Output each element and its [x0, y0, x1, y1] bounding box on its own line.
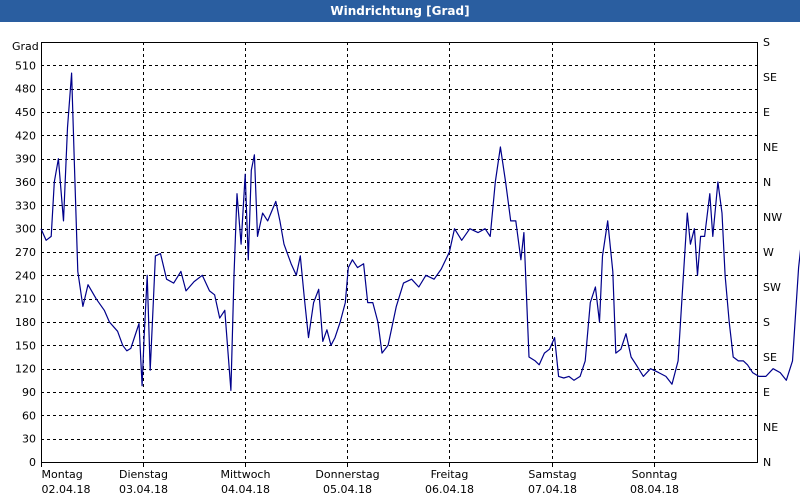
compass-tick-label: S	[763, 316, 770, 329]
x-tick-date: 03.04.18	[119, 483, 168, 496]
compass-tick-label: SE	[763, 351, 777, 364]
y-tick-label: 30	[22, 433, 36, 446]
x-tick-day: Sonntag	[632, 468, 678, 481]
series-layer	[40, 72, 800, 391]
y-tick-label: 270	[15, 246, 36, 259]
y-tick-label: 60	[22, 409, 36, 422]
x-tick-date: 08.04.18	[630, 483, 679, 496]
compass-tick-label: SW	[763, 281, 781, 294]
plot-frame	[41, 42, 758, 463]
x-tick-date: 02.04.18	[42, 483, 91, 496]
x-tick-labels: Montag 02.04.18 Dienstag 03.04.18 Mittwoch 04…	[41, 462, 679, 496]
y-tick-labels: 0 30 60 90 120 150 180 210 240 270 300 330 360 390 420…	[15, 59, 36, 469]
compass-tick-label: W	[763, 246, 774, 259]
y-tick-label: 210	[15, 293, 36, 306]
y-tick-label: 450	[15, 106, 36, 119]
series-line	[40, 72, 800, 391]
compass-tick-label: NW	[763, 211, 782, 224]
compass-tick-label: NE	[763, 421, 778, 434]
y-tick-label: 420	[15, 129, 36, 142]
compass-tick-label: E	[763, 386, 770, 399]
y-tick-label: 300	[15, 223, 36, 236]
x-tick-date: 06.04.18	[425, 483, 474, 496]
x-tick-day: Freitag	[431, 468, 469, 481]
compass-tick-label: SE	[763, 71, 777, 84]
x-tick-date: 07.04.18	[528, 483, 577, 496]
y-tick-label: 90	[22, 386, 36, 399]
y-tick-label: 480	[15, 83, 36, 96]
wind-direction-chart: Grad 0 30 60 90 120 150 180 210 240 270 300 330 360 3…	[12, 36, 800, 496]
compass-tick-label: N	[763, 176, 771, 189]
y-tick-label: 360	[15, 176, 36, 189]
compass-tick-labels: N NE E SE S SW W NW N NE E SE S	[763, 36, 782, 469]
y-tick-label: 180	[15, 316, 36, 329]
x-tick-day: Samstag	[528, 468, 576, 481]
x-tick-day: Montag	[42, 468, 83, 481]
y-axis-label: Grad	[12, 40, 39, 53]
compass-tick-label: E	[763, 106, 770, 119]
compass-tick-label: N	[763, 456, 771, 469]
y-tick-label: 150	[15, 339, 36, 352]
x-tick-date: 05.04.18	[323, 483, 372, 496]
x-tick-day: Dienstag	[119, 468, 168, 481]
y-tick-label: 390	[15, 153, 36, 166]
x-tick-date: 04.04.18	[221, 483, 270, 496]
grid-lines	[41, 42, 757, 462]
y-tick-label: 510	[15, 59, 36, 72]
compass-tick-label: NE	[763, 141, 778, 154]
y-tick-label: 240	[15, 269, 36, 282]
window-title: Windrichtung [Grad]	[0, 0, 800, 22]
compass-tick-label: S	[763, 36, 770, 49]
y-tick-label: 330	[15, 199, 36, 212]
y-tick-label: 0	[29, 456, 36, 469]
x-tick-day: Mittwoch	[221, 468, 271, 481]
x-tick-day: Donnerstag	[315, 468, 379, 481]
y-tick-label: 120	[15, 363, 36, 376]
